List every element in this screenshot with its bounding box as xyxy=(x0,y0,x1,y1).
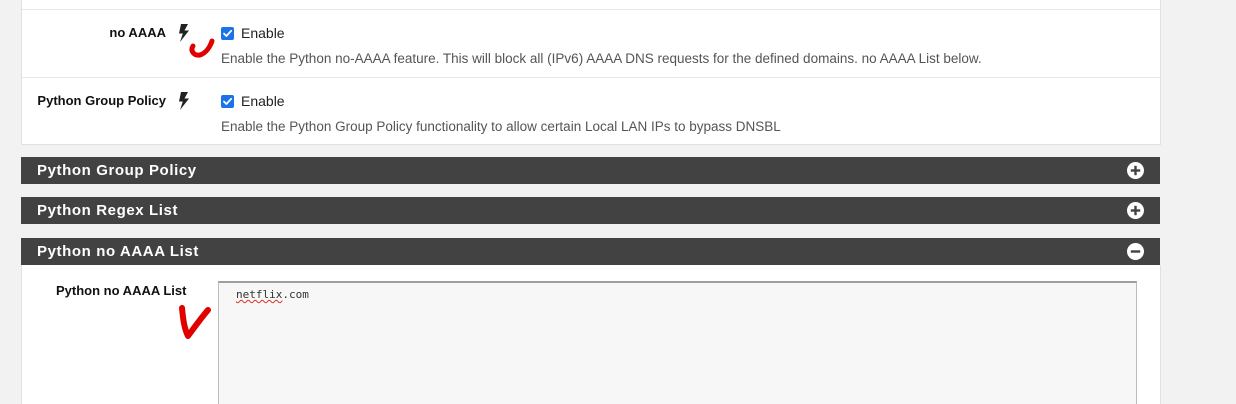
checkbox-checked-icon[interactable] xyxy=(221,26,234,40)
red-checkmark-annotation xyxy=(179,305,211,339)
no-aaaa-list-label: Python no AAAA List xyxy=(56,283,187,298)
section-title: Python Group Policy xyxy=(37,162,197,179)
group-policy-label: Python Group Policy xyxy=(37,93,166,108)
checkbox-checked-icon[interactable] xyxy=(221,94,234,108)
section-title: Python no AAAA List xyxy=(37,243,199,260)
no-aaaa-list-textarea[interactable]: netflix.com xyxy=(218,281,1137,404)
page: no AAAA Enable Enable the Python no-AAAA… xyxy=(0,0,1236,404)
no-aaaa-enable-label: Enable xyxy=(241,25,285,41)
section-python-group-policy[interactable]: Python Group Policy xyxy=(21,157,1160,184)
settings-panel: no AAAA Enable Enable the Python no-AAAA… xyxy=(21,0,1161,145)
no-aaaa-enable-checkbox[interactable]: Enable xyxy=(221,25,285,41)
group-policy-row: Python Group Policy Enable Enable the Py… xyxy=(22,77,1160,145)
group-policy-enable-checkbox[interactable]: Enable xyxy=(221,93,285,109)
section-title: Python Regex List xyxy=(37,202,179,219)
plus-circle-icon[interactable] xyxy=(1127,202,1144,219)
no-aaaa-label: no AAAA xyxy=(109,25,166,40)
section-python-regex-list[interactable]: Python Regex List xyxy=(21,197,1160,224)
textarea-text: .com xyxy=(282,288,309,301)
spellcheck-word: netflix xyxy=(236,288,283,301)
red-checkmark-annotation xyxy=(189,38,215,58)
section-python-no-aaaa-list[interactable]: Python no AAAA List xyxy=(21,238,1160,265)
group-policy-enable-label: Enable xyxy=(241,93,285,109)
group-policy-help-text: Enable the Python Group Policy functiona… xyxy=(221,119,781,134)
no-aaaa-help-text: Enable the Python no-AAAA feature. This … xyxy=(221,51,982,66)
plus-circle-icon[interactable] xyxy=(1127,162,1144,179)
minus-circle-icon[interactable] xyxy=(1127,243,1144,260)
lightning-icon xyxy=(178,92,190,110)
